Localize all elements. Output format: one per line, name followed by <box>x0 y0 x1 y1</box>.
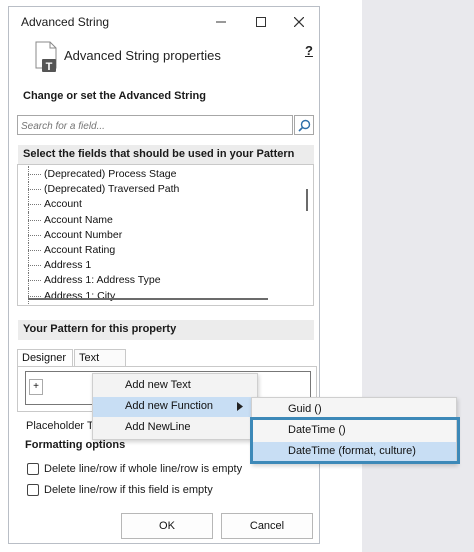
section-change-title: Change or set the Advanced String <box>23 90 206 102</box>
title-bar[interactable]: Advanced String <box>9 7 319 37</box>
background-panel <box>362 0 474 552</box>
minimize-button[interactable] <box>201 7 241 37</box>
search-icon <box>297 119 310 132</box>
window-title: Advanced String <box>21 15 110 29</box>
field-items: (Deprecated) Process Stage (Deprecated) … <box>26 165 179 304</box>
list-item[interactable]: Address 1: Address Type <box>26 272 179 289</box>
checkbox[interactable] <box>27 463 39 475</box>
tab-designer[interactable]: Designer <box>17 349 73 367</box>
checkbox-label: Delete line/row if this field is empty <box>44 484 213 496</box>
ok-button[interactable]: OK <box>121 513 213 539</box>
field-tree[interactable]: (Deprecated) Process Stage (Deprecated) … <box>17 164 314 306</box>
dialog-buttons: OK Cancel <box>9 509 319 543</box>
delete-line-if-field-empty-option[interactable]: Delete line/row if this field is empty <box>27 483 213 497</box>
section-select-title: Select the fields that should be used in… <box>18 145 314 165</box>
add-element-button[interactable]: + <box>29 379 43 395</box>
maximize-button[interactable] <box>241 7 281 37</box>
list-item[interactable]: Account Rating <box>26 241 179 259</box>
screen: Advanced String T Advanced String proper… <box>0 0 474 552</box>
list-item[interactable]: Account Name <box>26 211 179 228</box>
menu-item-add-new-function[interactable]: Add new Function <box>93 397 257 417</box>
maximize-icon <box>256 17 266 27</box>
checkbox-label: Delete line/row if whole line/row is emp… <box>44 463 243 475</box>
checkbox[interactable] <box>27 484 39 496</box>
menu-item-add-newline[interactable]: Add NewLine <box>93 418 257 438</box>
section-pattern-title: Your Pattern for this property <box>18 320 314 340</box>
submenu-item-datetime[interactable]: DateTime () <box>252 421 456 441</box>
header-label: Advanced String properties <box>64 48 221 63</box>
list-item[interactable]: (Deprecated) Traversed Path <box>26 181 179 198</box>
close-button[interactable] <box>279 7 319 37</box>
tab-text[interactable]: Text <box>74 349 126 367</box>
formatting-options-label: Formatting options <box>25 439 126 451</box>
cancel-button[interactable]: Cancel <box>221 513 313 539</box>
menu-item-add-new-text[interactable]: Add new Text <box>93 376 257 396</box>
minimize-icon <box>216 21 226 23</box>
list-item[interactable]: (Deprecated) Process Stage <box>26 165 179 183</box>
horizontal-scroll-thumb[interactable] <box>28 298 268 300</box>
delete-line-if-empty-option[interactable]: Delete line/row if whole line/row is emp… <box>27 462 242 476</box>
vertical-scroll-thumb[interactable] <box>306 189 308 211</box>
search-input[interactable] <box>17 115 293 135</box>
submenu-arrow-icon <box>237 402 243 411</box>
submenu-item-guid[interactable]: Guid () <box>252 400 456 420</box>
string-property-icon: T <box>35 41 57 73</box>
function-submenu: Guid () DateTime () DateTime (format, cu… <box>251 397 457 464</box>
submenu-item-datetime-format-culture[interactable]: DateTime (format, culture) <box>252 442 456 462</box>
menu-item-label: Add new Function <box>125 400 214 412</box>
search-button[interactable] <box>294 115 314 135</box>
list-item[interactable]: Account Number <box>26 226 179 243</box>
help-button[interactable]: ? <box>305 43 313 58</box>
list-item[interactable]: Account <box>26 196 179 213</box>
context-menu: Add new Text Add new Function Add NewLin… <box>92 373 258 440</box>
svg-text:T: T <box>46 61 53 73</box>
vertical-scrollbar[interactable] <box>303 171 311 289</box>
list-item[interactable]: Address 1 <box>26 257 179 274</box>
close-icon <box>294 17 304 27</box>
horizontal-scrollbar[interactable] <box>28 296 298 302</box>
